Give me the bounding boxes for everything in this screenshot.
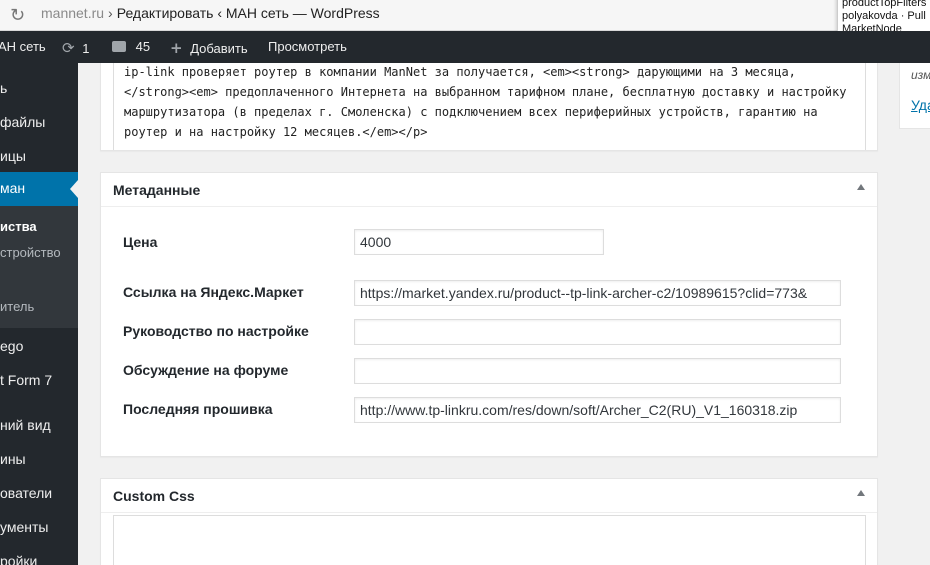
admin-menu: ь файлы ицы ман иства стройство итель eg…	[0, 63, 78, 565]
metadata-box-header[interactable]: Метаданные	[101, 173, 877, 207]
browser-address-bar: ↻ mannet.ru › Редактировать ‹ МАН сеть — W…	[0, 0, 930, 31]
reload-icon[interactable]: ↻	[10, 5, 25, 26]
submenu-item-add-device[interactable]: стройство	[0, 245, 61, 260]
editor-line-2: </strong><em> предоплаченного Интернета …	[124, 85, 847, 99]
menu-item-pages[interactable]: ицы	[0, 148, 26, 164]
metadata-box-title: Метаданные	[113, 182, 201, 198]
menu-item-tools[interactable]: ументы	[0, 519, 48, 535]
collapse-arrow-icon[interactable]	[857, 184, 865, 190]
content-textarea[interactable]: ip-link проверяет роутер в компании ManN…	[113, 63, 866, 150]
admin-bar-add-new[interactable]: + Добавить	[170, 39, 248, 57]
editor-line-3: маршрутизатора (в пределах г. Смоленска)…	[124, 105, 818, 119]
menu-item-appearance[interactable]: ний вид	[0, 417, 51, 433]
admin-submenu: иства стройство итель	[0, 206, 78, 328]
active-menu-arrow	[70, 180, 78, 198]
updates-icon: ⟳	[62, 39, 75, 57]
menu-item-users[interactable]: ователи	[0, 485, 52, 501]
editor-line-1: ip-link проверяет роутер в компании ManN…	[124, 65, 796, 79]
custom-css-box: Custom Css	[100, 478, 878, 565]
menu-item-man-label: ман	[0, 180, 26, 196]
menu-item-media-partial[interactable]: ь	[0, 80, 7, 96]
submenu-item-devices[interactable]: иства	[0, 219, 37, 234]
comments-count: 45	[135, 39, 151, 54]
menu-item-settings[interactable]: ройки	[0, 553, 37, 565]
menu-item-man-active[interactable]: ман	[0, 172, 78, 206]
metadata-box: Метаданные Цена Ссылка на Яндекс.Маркет …	[100, 172, 878, 457]
menu-item-files[interactable]: файлы	[0, 114, 45, 130]
submenu-item-manufacturer[interactable]: итель	[0, 299, 34, 314]
yandex-market-label: Ссылка на Яндекс.Маркет	[123, 284, 304, 300]
collapse-arrow-icon[interactable]	[857, 490, 865, 496]
wp-admin-bar: АН сеть ⟳ 1 45 + Добавить Просмотреть	[0, 31, 930, 63]
setup-manual-label: Руководство по настройке	[123, 323, 309, 339]
price-label: Цена	[123, 234, 158, 250]
comments-icon	[112, 41, 126, 52]
updates-count: 1	[82, 41, 90, 56]
custom-css-textarea[interactable]	[113, 515, 866, 565]
admin-bar-updates[interactable]: ⟳ 1	[62, 39, 89, 57]
publish-box-partial: изм Уда	[899, 63, 930, 129]
content-editor-box: ip-link проверяет роутер в компании ManN…	[100, 63, 878, 151]
price-input[interactable]	[354, 229, 604, 255]
custom-css-box-header[interactable]: Custom Css	[101, 479, 877, 513]
yandex-market-input[interactable]	[354, 280, 841, 306]
custom-css-box-title: Custom Css	[113, 488, 195, 504]
admin-bar-view-post[interactable]: Просмотреть	[268, 39, 347, 54]
tab-page-title: Редактировать ‹ МАН сеть — WordPress	[116, 5, 380, 21]
address-text[interactable]: mannet.ru › Редактировать ‹ МАН сеть — Wor…	[41, 5, 380, 21]
forum-discussion-label: Обсуждение на форуме	[123, 362, 289, 378]
tooltip-line-2: polyakovda · Pull	[842, 10, 926, 22]
screen: ↻ mannet.ru › Редактировать ‹ МАН сеть — W…	[0, 0, 930, 565]
setup-manual-input[interactable]	[354, 319, 841, 345]
plus-icon: +	[170, 39, 183, 57]
url-separator: ›	[108, 5, 113, 21]
move-to-trash-link[interactable]: Уда	[911, 97, 930, 113]
url-domain: mannet.ru	[41, 5, 105, 21]
admin-bar-comments[interactable]: 45	[112, 39, 150, 54]
tooltip-line-1: productTopFilters	[842, 0, 927, 9]
admin-bar-site-name[interactable]: АН сеть	[0, 39, 46, 54]
menu-item-plugins[interactable]: ины	[0, 451, 26, 467]
editor-line-4: роутер и на настройку 12 месяцев.</em></…	[124, 125, 428, 139]
sidebar-note: изм	[911, 68, 930, 82]
add-new-label: Добавить	[190, 41, 248, 56]
latest-firmware-label: Последняя прошивка	[123, 401, 273, 417]
forum-discussion-input[interactable]	[354, 358, 841, 384]
menu-item-logo[interactable]: ego	[0, 338, 23, 354]
latest-firmware-input[interactable]	[354, 397, 841, 423]
menu-item-contact-form[interactable]: t Form 7	[0, 372, 52, 388]
